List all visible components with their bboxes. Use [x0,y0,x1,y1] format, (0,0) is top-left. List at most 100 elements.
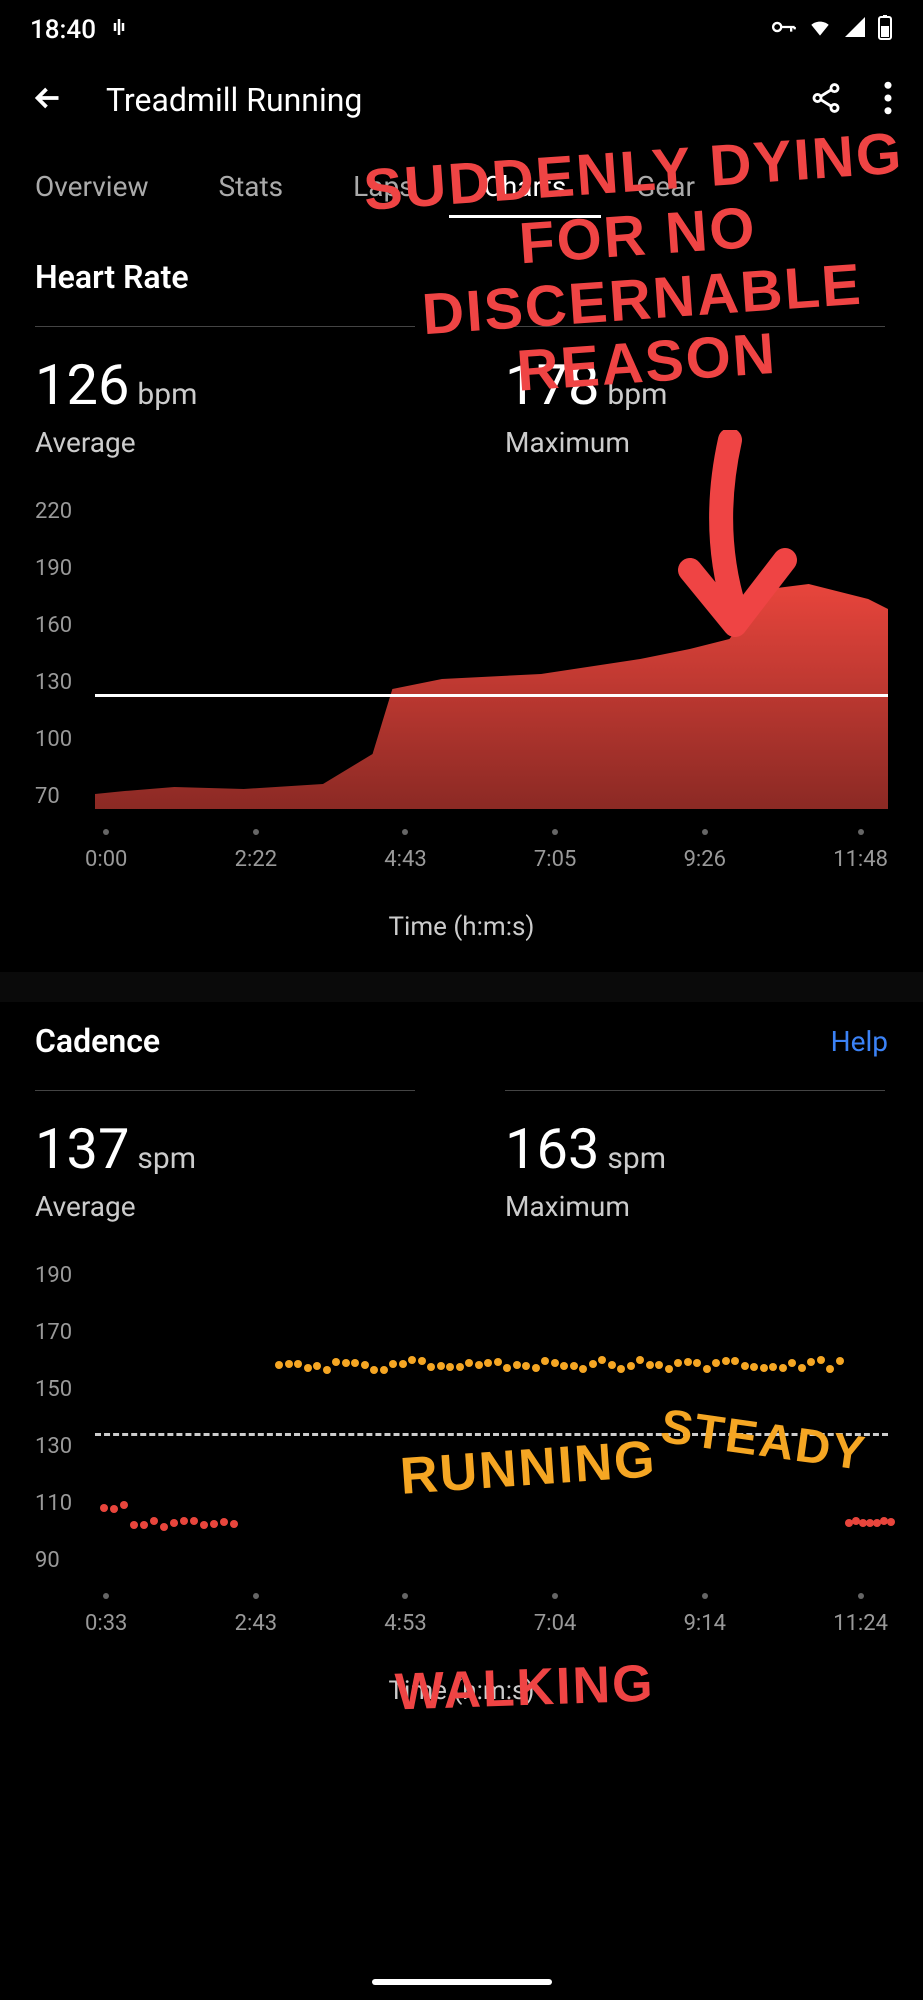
scatter-dot [807,1358,815,1366]
y-tick: 130 [35,1434,72,1459]
scatter-dot [589,1360,597,1368]
scatter-dot [798,1364,806,1372]
scatter-dot [551,1359,559,1367]
scatter-dot [494,1358,502,1366]
scatter-dot [446,1363,454,1371]
arrow-icon [640,430,820,660]
hr-avg-stat: 126 bpm Average [35,326,415,459]
x-tick: 0:00 [85,829,127,872]
x-tick: 9:14 [684,1593,726,1636]
scatter-dot [332,1358,340,1366]
scatter-dot [361,1361,369,1369]
scatter-dot [760,1364,768,1372]
scatter-dot [408,1356,416,1364]
scatter-dot [313,1362,321,1370]
battery-icon [877,14,893,47]
more-button[interactable] [883,81,893,119]
scatter-dot [503,1364,511,1372]
cadence-x-axis: 0:33 2:43 4:53 7:04 9:14 11:24 [85,1593,888,1636]
scatter-dot [703,1365,711,1373]
scatter-dot [826,1365,834,1373]
scatter-dot [665,1365,673,1373]
scatter-dot [570,1362,578,1370]
scatter-dot [779,1364,787,1372]
cadence-y-axis: 190 170 150 130 110 90 [35,1263,72,1573]
cadence-avg-unit: spm [137,1141,196,1176]
scatter-dot [456,1363,464,1371]
scatter-dot [731,1357,739,1365]
x-tick: 11:24 [833,1593,888,1636]
cadence-max-stat: 163 spm Maximum [505,1090,885,1223]
scatter-dot [230,1520,238,1528]
scatter-dot [750,1363,758,1371]
heart-rate-title: Heart Rate [35,258,189,296]
x-tick: 2:43 [235,1593,277,1636]
hr-axis-label: Time (h:m:s) [35,912,888,942]
scatter-dot [817,1356,825,1364]
wifi-icon [807,14,833,47]
hr-avg-line [95,694,888,697]
scatter-dot [389,1360,397,1368]
scatter-dot [110,1505,118,1513]
scatter-dot [475,1361,483,1369]
scatter-dot [342,1359,350,1367]
x-tick: 0:33 [85,1593,127,1636]
status-bar: 18:40 [0,0,923,60]
annotation-dying: SUDDENLY DYING FOR NO DISCERNABLE REASON [352,121,923,415]
y-tick: 190 [35,556,72,581]
scatter-dot [674,1359,682,1367]
page-title: Treadmill Running [106,81,362,119]
scatter-dot [693,1359,701,1367]
scatter-dot [465,1359,473,1367]
scatter-dot [437,1362,445,1370]
y-tick: 110 [35,1491,72,1516]
scatter-dot [370,1366,378,1374]
hr-avg-value: 126 [35,352,129,418]
y-tick: 70 [35,784,72,809]
signal-icon [843,15,867,46]
scatter-dot [887,1518,895,1526]
y-tick: 190 [35,1263,72,1288]
x-tick: 7:05 [534,829,576,872]
scatter-dot [655,1361,663,1369]
cadence-max-unit: spm [607,1141,666,1176]
y-tick: 90 [35,1548,72,1573]
tab-stats[interactable]: Stats [184,170,319,218]
y-tick: 160 [35,613,72,638]
scatter-dot [513,1361,521,1369]
scatter-dot [100,1504,108,1512]
x-tick: 9:26 [684,829,726,872]
scatter-dot [684,1358,692,1366]
cadence-max-value: 163 [505,1116,599,1182]
status-time: 18:40 [30,15,96,45]
cadence-avg-value: 137 [35,1116,129,1182]
scatter-dot [579,1365,587,1373]
scatter-dot [304,1364,312,1372]
annotation-walking: WALKING [394,1655,655,1721]
scatter-dot [200,1521,208,1529]
scatter-dot [418,1357,426,1365]
x-tick: 11:48 [833,829,888,872]
share-button[interactable] [809,81,843,119]
help-link[interactable]: Help [831,1025,888,1058]
scatter-dot [285,1360,293,1368]
tab-overview[interactable]: Overview [0,170,184,218]
cadence-section: Cadence Help 137 spm Average 163 spm Max… [0,1002,923,1736]
x-tick: 2:22 [235,829,277,872]
scatter-dot [532,1364,540,1372]
scatter-dot [180,1517,188,1525]
back-button[interactable] [30,80,66,120]
scatter-dot [170,1519,178,1527]
hr-y-axis: 220 190 160 130 100 70 [35,499,72,809]
y-tick: 130 [35,670,72,695]
hr-avg-unit: bpm [137,377,197,412]
scatter-dot [646,1361,654,1369]
scatter-dot [608,1361,616,1369]
scatter-dot [275,1361,283,1369]
home-indicator[interactable] [372,1979,552,1985]
scatter-dot [120,1501,128,1509]
scatter-dot [351,1359,359,1367]
scatter-dot [380,1366,388,1374]
scatter-dot [294,1360,302,1368]
y-tick: 100 [35,727,72,752]
